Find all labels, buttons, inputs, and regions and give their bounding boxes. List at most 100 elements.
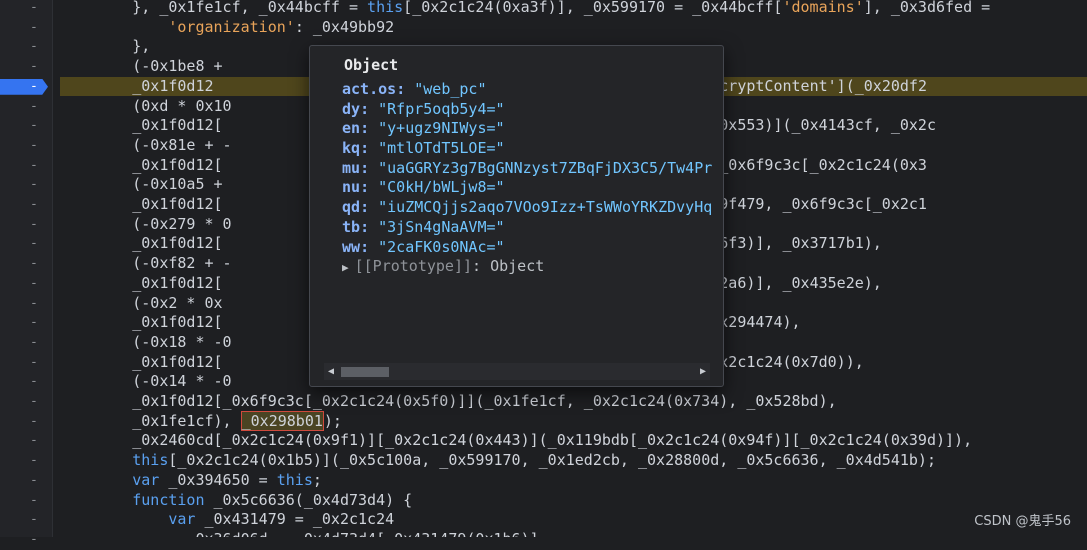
- property-key: nu: [342, 178, 361, 197]
- gutter-dash: -: [30, 177, 38, 193]
- gutter-dash: -: [30, 157, 38, 173]
- property-value: "2caFK0s0NAc=": [378, 237, 505, 256]
- gutter-dash: -: [30, 315, 38, 331]
- property-row[interactable]: ww: "2caFK0s0NAc=": [342, 238, 714, 258]
- code-token: (-0xf82 + -: [60, 254, 232, 273]
- gutter-row[interactable]: -: [0, 294, 52, 314]
- code-line: _0x1fe1cf), _0x298b01);: [60, 410, 1087, 432]
- gutter-row[interactable]: -: [0, 274, 52, 294]
- prototype-value: Object: [490, 257, 545, 276]
- property-colon: :: [360, 158, 379, 177]
- gutter-dash: -: [30, 78, 38, 94]
- gutter-row[interactable]: -: [0, 313, 52, 333]
- gutter-row[interactable]: -: [0, 18, 52, 38]
- code-token: (-0x1be8 +: [60, 57, 223, 76]
- code-token: _0x1fe1cf),: [60, 411, 241, 430]
- property-row[interactable]: en: "y+ugz9NIWys=": [342, 119, 714, 139]
- gutter-row[interactable]: -: [0, 37, 52, 57]
- gutter-dash: -: [30, 0, 38, 15]
- gutter-row[interactable]: -: [0, 215, 52, 235]
- property-key: mu: [342, 158, 361, 177]
- code-token: _0x1f0d12[: [60, 116, 223, 135]
- gutter-dash: -: [30, 59, 38, 75]
- code-line: _0x36d06d = _0x4d73d4[_0x431479(0x1b6)]: [60, 530, 1087, 537]
- scrollbar-thumb[interactable]: [341, 367, 389, 377]
- watermark: CSDN @鬼手56: [974, 514, 1071, 529]
- property-key: ww: [342, 237, 361, 256]
- gutter-row[interactable]: -: [0, 530, 52, 550]
- property-key: kq: [342, 139, 361, 158]
- gutter-row[interactable]: -: [0, 175, 52, 195]
- object-preview-popover[interactable]: Object act.os: "web_pc" dy: "Rfpr5oqb5y4=…: [309, 45, 724, 387]
- code-token: (-0x279 * 0: [60, 214, 232, 233]
- property-row[interactable]: act.os: "web_pc": [342, 80, 714, 100]
- horizontal-scrollbar[interactable]: ◀ ▶: [324, 363, 710, 380]
- gutter-row[interactable]: -: [0, 136, 52, 156]
- gutter-dash: -: [30, 472, 38, 488]
- scroll-right-icon[interactable]: ▶: [696, 363, 710, 380]
- breakpoint-marker[interactable]: -: [0, 78, 48, 95]
- property-row[interactable]: dy: "Rfpr5oqb5y4=": [342, 100, 714, 120]
- gutter-row[interactable]: -: [0, 353, 52, 373]
- property-key: act.os: [342, 80, 397, 98]
- gutter-row[interactable]: -: [0, 510, 52, 530]
- code-token: ;: [312, 470, 322, 489]
- gutter-row[interactable]: -: [0, 412, 52, 432]
- code-line: var _0x431479 = _0x2c1c24: [60, 510, 1087, 530]
- property-row[interactable]: qd: "iuZMCQjjs2aqo7VOo9Izz+TsWWoYRKZDvyH…: [342, 198, 714, 218]
- gutter-row[interactable]: -: [0, 372, 52, 392]
- gutter-dash: -: [30, 394, 38, 409]
- gutter-row[interactable]: -: [0, 431, 52, 451]
- code-token: (-0x14 * -0: [60, 372, 232, 391]
- gutter-row[interactable]: -: [0, 333, 52, 353]
- property-value: "Rfpr5oqb5y4=": [378, 99, 505, 118]
- property-row[interactable]: kq: "mtlOTdT5LOE=": [342, 139, 714, 159]
- prototype-colon: :: [472, 257, 491, 276]
- gutter-row[interactable]: -: [0, 116, 52, 136]
- code-token: function: [60, 490, 205, 509]
- code-token: _0x5c6636(_0x4d73d4) {: [204, 490, 413, 509]
- property-colon: :: [360, 178, 379, 197]
- prototype-row[interactable]: ▶ [[Prototype]]: Object: [342, 257, 714, 277]
- code-token: }, _0x1fe1cf, _0x44bcff = this[_0x2c1c24…: [60, 0, 1000, 16]
- property-value: "web_pc": [414, 80, 487, 98]
- prototype-label: [[Prototype]]: [354, 257, 473, 276]
- gutter-row[interactable]: -: [0, 57, 52, 77]
- property-row[interactable]: nu: "C0kH/bWLjw8=": [342, 178, 714, 198]
- gutter-dash: -: [30, 413, 38, 429]
- gutter-row[interactable]: -: [0, 156, 52, 176]
- code-line: }, _0x1fe1cf, _0x44bcff = this[_0x2c1c24…: [60, 0, 1087, 18]
- code-line: function _0x5c6636(_0x4d73d4) {: [60, 491, 1087, 511]
- gutter-dash: -: [30, 216, 38, 232]
- gutter-dash: -: [30, 197, 38, 212]
- code-token: _0x2460cd[_0x2c1c24(0x9f1)][_0x2c1c24(0x…: [60, 431, 973, 450]
- gutter-row[interactable]: -: [0, 0, 52, 18]
- code-token: : _0x49bb92: [294, 17, 395, 36]
- code-token: var: [60, 470, 160, 489]
- gutter-dash: -: [30, 512, 38, 528]
- gutter-dash: -: [30, 275, 38, 291]
- gutter-row[interactable]: -: [0, 77, 52, 97]
- property-colon: :: [360, 217, 379, 236]
- selected-token: _0x298b01: [240, 410, 324, 431]
- gutter-dash: -: [30, 492, 38, 508]
- code-line: _0x1f0d12[_0x6f9c3c[_0x2c1c24(0x5f0)]](_…: [60, 392, 1087, 412]
- gutter-dash: -: [30, 295, 38, 311]
- property-row[interactable]: tb: "3jSn4gNaAVM=": [342, 218, 714, 238]
- expand-triangle-icon[interactable]: ▶: [342, 261, 349, 274]
- property-key: dy: [342, 99, 361, 118]
- gutter-row[interactable]: -: [0, 491, 52, 511]
- gutter-dash: -: [30, 354, 38, 370]
- gutter-row[interactable]: -: [0, 451, 52, 471]
- property-row[interactable]: mu: "uaGGRYz3g7BgGNNzyst7ZBqFjDX3C5/Tw4P…: [342, 159, 714, 179]
- gutter-row[interactable]: -: [0, 254, 52, 274]
- gutter-row[interactable]: -: [0, 97, 52, 117]
- code-token: this[_0x2c1c24(0x1b5)](_0x5c100a, _0x599…: [132, 451, 936, 470]
- gutter-row[interactable]: -: [0, 392, 52, 412]
- line-gutter: - - - - - - - - - - - - - - - - - - - - - - - - - - - -: [0, 0, 53, 547]
- gutter-row[interactable]: -: [0, 471, 52, 491]
- scroll-left-icon[interactable]: ◀: [324, 363, 338, 380]
- gutter-row[interactable]: -: [0, 234, 52, 254]
- gutter-row[interactable]: -: [0, 195, 52, 215]
